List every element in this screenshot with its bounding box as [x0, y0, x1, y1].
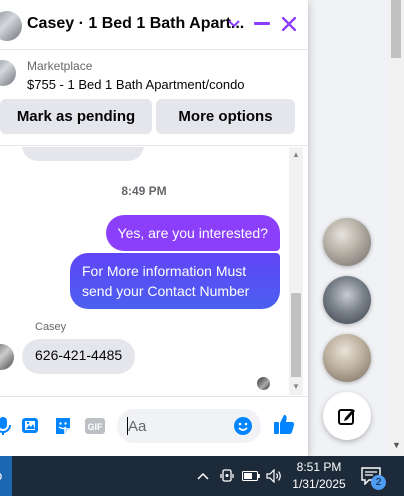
sender-avatar[interactable]	[0, 344, 14, 370]
new-message-button[interactable]	[323, 392, 371, 440]
close-icon[interactable]	[277, 12, 301, 36]
gif-icon[interactable]: GIF	[84, 415, 106, 437]
taskbar: o 8:51 PM 1/31/2025 2	[0, 456, 404, 496]
like-icon[interactable]	[273, 413, 295, 435]
page-scrollbar[interactable]: ▼	[388, 0, 404, 456]
listing-thumbnail[interactable]	[0, 60, 16, 86]
sticker-icon[interactable]	[52, 415, 74, 437]
meet-now-icon[interactable]	[219, 466, 235, 486]
sender-name: Casey	[35, 321, 67, 333]
chevron-down-icon[interactable]	[222, 12, 246, 36]
scroll-down-arrow[interactable]: ▼	[292, 382, 300, 391]
battery-icon[interactable]	[242, 466, 260, 486]
scroll-up-arrow[interactable]: ▲	[292, 150, 300, 159]
microphone-icon[interactable]	[0, 415, 14, 437]
svg-text:GIF: GIF	[88, 422, 104, 432]
photo-icon[interactable]	[20, 415, 42, 437]
listing-title[interactable]: $755 - 1 Bed 1 Bath Apartment/condo	[27, 77, 245, 92]
more-options-button[interactable]: More options	[156, 99, 295, 134]
outgoing-message: For More information Must send your Cont…	[70, 253, 280, 309]
taskbar-app-icon: o	[0, 468, 2, 483]
chat-head[interactable]	[323, 276, 371, 324]
chat-window: Casey · 1 Bed 1 Bath Apart... Marketplac…	[0, 0, 308, 456]
compose-icon	[338, 409, 355, 425]
marketplace-label: Marketplace	[27, 59, 93, 73]
taskbar-clock[interactable]: 8:51 PM 1/31/2025	[286, 459, 352, 493]
page-scroll-down-arrow[interactable]: ▼	[392, 440, 401, 450]
chat-header: Casey · 1 Bed 1 Bath Apart...	[0, 0, 308, 50]
message-input-placeholder: Aa	[128, 418, 147, 435]
message-list: 8:49 PM Yes, are you interested? For Mor…	[0, 147, 288, 395]
minimize-icon[interactable]	[250, 12, 274, 36]
message-input[interactable]: Aa	[117, 409, 261, 443]
incoming-message: 626-421-4485	[22, 339, 136, 374]
seen-avatar	[257, 377, 270, 390]
chat-head[interactable]	[323, 334, 371, 382]
outgoing-message: Yes, are you interested?	[105, 215, 280, 251]
message-timestamp: 8:49 PM	[121, 184, 167, 198]
scrollbar-thumb[interactable]	[291, 293, 301, 377]
show-hidden-icons-chevron-icon[interactable]	[195, 466, 211, 486]
taskbar-app-button[interactable]: o	[0, 456, 12, 496]
notification-badge: 2	[371, 475, 386, 490]
contact-avatar[interactable]	[0, 11, 22, 41]
mark-as-pending-button[interactable]: Mark as pending	[0, 99, 152, 134]
emoji-icon[interactable]	[234, 417, 252, 435]
volume-icon[interactable]	[266, 466, 284, 486]
clock-time: 8:51 PM	[296, 460, 342, 474]
clock-date: 1/31/2025	[292, 477, 346, 491]
composer: GIF Aa	[0, 396, 308, 456]
marketplace-banner: Marketplace $755 - 1 Bed 1 Bath Apartmen…	[0, 50, 308, 146]
chat-title[interactable]: Casey · 1 Bed 1 Bath Apart...	[27, 15, 244, 33]
page-scrollbar-thumb[interactable]	[391, 0, 401, 58]
chat-head[interactable]	[323, 218, 371, 266]
incoming-message-partial	[22, 147, 144, 161]
message-scrollbar[interactable]: ▲ ▼	[289, 147, 303, 395]
